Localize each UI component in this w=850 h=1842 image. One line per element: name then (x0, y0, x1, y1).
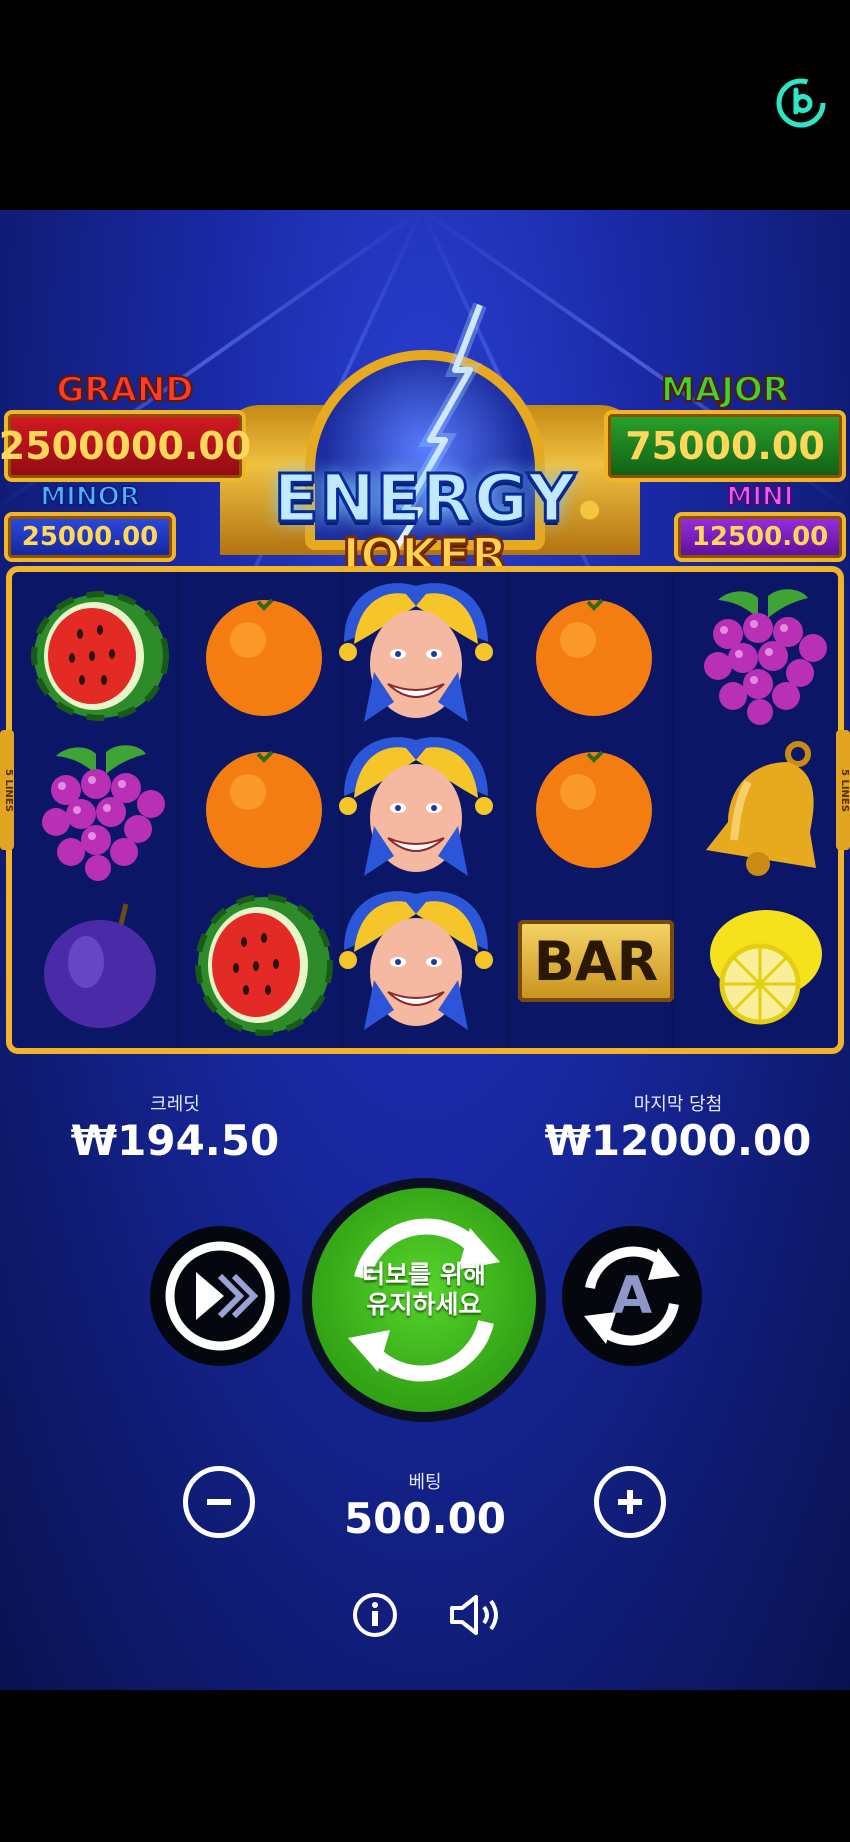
game-logo-energy: ENERGY (272, 459, 577, 539)
autoplay-button[interactable]: A (562, 1226, 702, 1366)
grapes-symbol (704, 589, 827, 725)
minus-icon (207, 1499, 231, 1505)
jackpot-major-value: 75000.00 (604, 410, 846, 482)
jackpot-mini: MINI 12500.00 (674, 481, 846, 562)
spin-button-text: 터보를 위해 유지하세요 (312, 1260, 536, 1320)
watermelon-symbol (195, 894, 333, 1036)
jackpot-grand: GRAND 2500000.00 (0, 369, 251, 482)
orange-symbol (206, 750, 322, 868)
jackpot-minor: MINOR 25000.00 (4, 481, 176, 562)
info-button[interactable] (352, 1592, 398, 1638)
lines-badge-left: 5 LINES (0, 730, 14, 850)
jackpot-mini-value: 12500.00 (674, 512, 846, 562)
joker-symbol (339, 583, 493, 722)
sound-button[interactable] (448, 1592, 504, 1638)
jackpot-major: MAJOR 75000.00 (604, 369, 846, 482)
top-black-bar (0, 0, 850, 210)
lines-badge-word: LINES (839, 778, 850, 812)
jackpot-minor-value: 25000.00 (4, 512, 176, 562)
bet-value: 500.00 (343, 1494, 507, 1543)
turbo-button[interactable] (150, 1226, 290, 1366)
plum-symbol (44, 903, 156, 1028)
lines-badge-count: 5 (3, 768, 14, 776)
grapes-symbol (42, 745, 165, 881)
joker-symbol (339, 891, 493, 1030)
last-win-label: 마지막 당첨 (633, 1094, 723, 1115)
game-area: ENERGY JOKER GRAND 2500000.00 MAJOR 7500… (0, 208, 850, 1690)
bet-decrease-button[interactable] (183, 1466, 255, 1538)
credit-value: ₩194.50 (70, 1116, 280, 1165)
bet-increase-button[interactable] (594, 1466, 666, 1538)
info-icon (353, 1593, 397, 1637)
jackpot-major-title: MAJOR (660, 369, 790, 411)
orange-symbol (536, 598, 652, 716)
jackpot-grand-title: GRAND (55, 369, 194, 411)
plus-icon (618, 1490, 642, 1514)
orange-symbol (206, 598, 322, 716)
jackpot-grand-value: 2500000.00 (0, 410, 251, 482)
orange-symbol (536, 750, 652, 868)
sound-icon (450, 1595, 498, 1635)
jackpot-mini-title: MINI (726, 481, 795, 513)
spin-text-line1: 터보를 위해 (362, 1260, 486, 1289)
turbo-icon (165, 1241, 275, 1351)
lines-badge-count: 5 (839, 768, 850, 776)
lines-badge-word: LINES (3, 778, 14, 812)
autoplay-letter: A (611, 1266, 653, 1326)
last-win-value: ₩12000.00 (544, 1116, 812, 1165)
spin-text-line2: 유지하세요 (366, 1290, 482, 1319)
reel-grid: BAR (6, 566, 844, 1054)
brand-logo-icon (776, 78, 826, 128)
credit-label: 크레딧 (150, 1094, 200, 1115)
bottom-black-bar (0, 1690, 850, 1842)
bell-symbol (706, 741, 816, 876)
lemon-symbol (710, 910, 822, 1025)
jackpot-minor-title: MINOR (39, 481, 140, 513)
bar-symbol: BAR (518, 920, 674, 1002)
watermelon-symbol (31, 591, 169, 721)
bet-label: 베팅 (408, 1472, 442, 1493)
lines-badge-right: 5 LINES (836, 730, 850, 850)
joker-symbol (339, 737, 493, 876)
